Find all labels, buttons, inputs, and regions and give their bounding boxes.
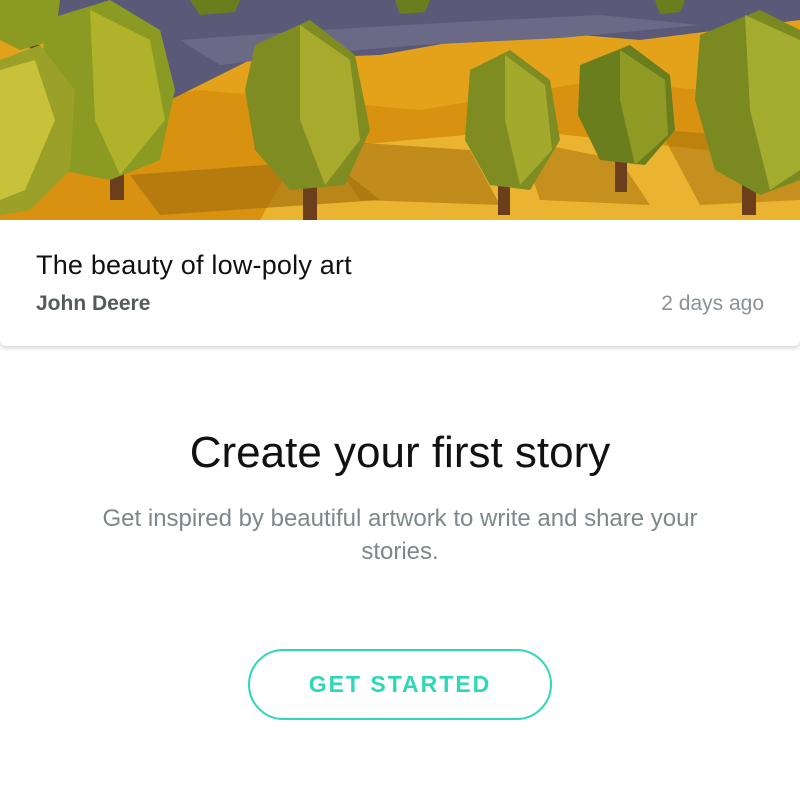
get-started-button[interactable]: GET STARTED <box>248 649 552 720</box>
page: The beauty of low-poly art John Deere 2 … <box>0 0 800 800</box>
empty-state-subtitle: Get inspired by beautiful artwork to wri… <box>102 505 698 565</box>
story-card[interactable]: The beauty of low-poly art John Deere 2 … <box>0 0 800 346</box>
empty-state-title: Create your first story <box>189 428 611 477</box>
story-author: John Deere <box>36 292 151 315</box>
cover-image <box>0 0 800 220</box>
story-timestamp: 2 days ago <box>661 292 764 315</box>
story-title[interactable]: The beauty of low-poly art <box>36 250 352 281</box>
